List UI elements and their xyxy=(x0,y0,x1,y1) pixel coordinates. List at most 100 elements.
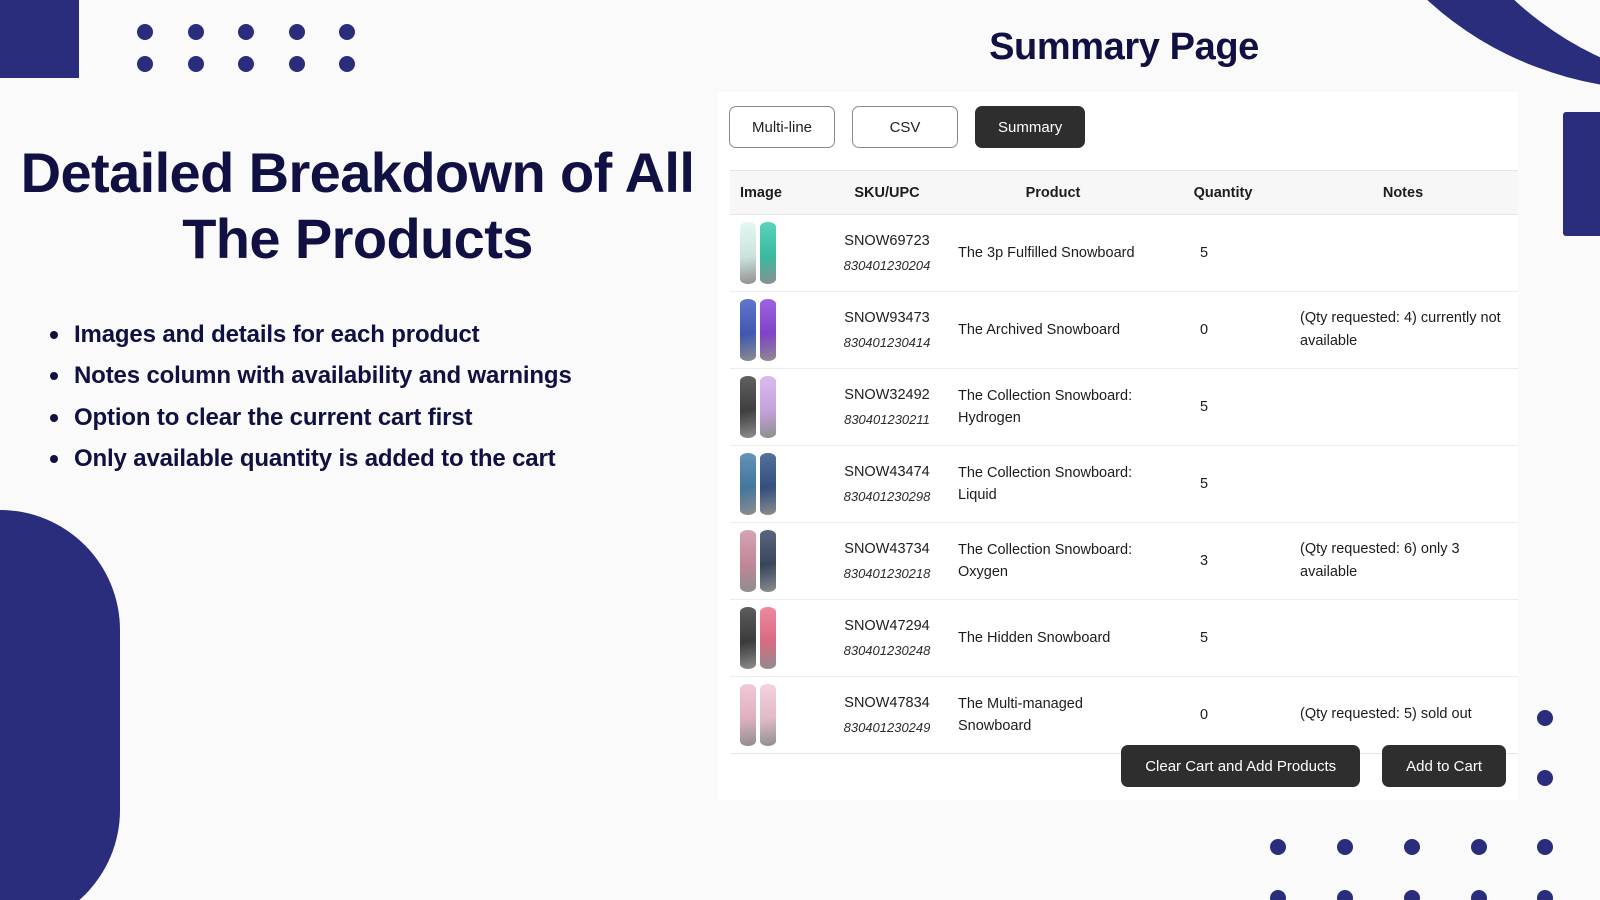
column-header-image: Image xyxy=(730,170,826,215)
snowboard-shape xyxy=(760,376,776,438)
add-to-cart-button[interactable]: Add to Cart xyxy=(1382,745,1506,787)
table-row: SNOW43474 830401230298 The Collection Snow… xyxy=(730,445,1518,523)
upc-code: 830401230218 xyxy=(843,565,931,581)
list-item: Notes column with availability and warni… xyxy=(46,355,715,396)
table-row: SNOW43734 830401230218 The Collection Snow… xyxy=(730,522,1518,600)
tab-csv[interactable]: CSV xyxy=(852,106,959,148)
decor-dot-bottom-right xyxy=(1471,890,1487,900)
quantity-cell: 3 xyxy=(1158,522,1288,600)
product-name-cell: The Hidden Snowboard xyxy=(948,599,1158,677)
product-name-cell: The Collection Snowboard: Oxygen xyxy=(948,522,1158,600)
snowboard-shape xyxy=(760,607,776,669)
notes-cell xyxy=(1288,214,1518,292)
column-header-sku-upc: SKU/UPC xyxy=(826,170,948,215)
snowboard-shape xyxy=(740,376,756,438)
page-headline: Detailed Breakdown of All The Products xyxy=(20,141,695,271)
notes-cell xyxy=(1288,445,1518,523)
product-thumbnail-cell xyxy=(730,291,826,369)
quantity-cell: 5 xyxy=(1158,445,1288,523)
snowboard-thumbnail-icon xyxy=(740,299,826,361)
snowboard-shape xyxy=(740,299,756,361)
product-thumbnail-cell xyxy=(730,214,826,292)
tab-summary[interactable]: Summary xyxy=(975,106,1086,148)
product-thumbnail-cell xyxy=(730,522,826,600)
sku-upc-cell: SNOW93473 830401230414 xyxy=(826,291,948,369)
decor-dot-bottom-right xyxy=(1270,890,1286,900)
decor-dot-right-edge xyxy=(1537,770,1553,786)
snowboard-shape xyxy=(760,453,776,515)
notes-cell: (Qty requested: 4) currently not availab… xyxy=(1288,291,1518,369)
product-thumbnail-cell xyxy=(730,676,826,754)
app-panel: Multi-line CSV Summary Image SKU/UPC Pro… xyxy=(718,92,1518,800)
snowboard-thumbnail-icon xyxy=(740,376,826,438)
product-name-cell: The Archived Snowboard xyxy=(948,291,1158,369)
quantity-cell: 0 xyxy=(1158,291,1288,369)
product-thumbnail-cell xyxy=(730,445,826,523)
upc-code: 830401230298 xyxy=(843,488,931,504)
decor-dot-right-edge xyxy=(1537,710,1553,726)
snowboard-shape xyxy=(740,684,756,746)
decor-blob-bottom-left xyxy=(0,510,120,900)
snowboard-shape xyxy=(760,684,776,746)
decor-dot-bottom-right xyxy=(1337,890,1353,900)
quantity-cell: 5 xyxy=(1158,599,1288,677)
table-row: SNOW93473 830401230414 The Archived Snowbo… xyxy=(730,291,1518,369)
snowboard-shape xyxy=(740,453,756,515)
snowboard-thumbnail-icon xyxy=(740,684,826,746)
sku-code: SNOW47834 xyxy=(844,695,930,712)
decor-dot-top xyxy=(137,56,153,72)
sku-code: SNOW43734 xyxy=(844,541,930,558)
sku-code: SNOW32492 xyxy=(844,387,930,404)
product-name-cell: The 3p Fulfilled Snowboard xyxy=(948,214,1158,292)
sku-upc-cell: SNOW69723 830401230204 xyxy=(826,214,948,292)
decor-dot-top xyxy=(238,24,254,40)
snowboard-thumbnail-icon xyxy=(740,607,826,669)
snowboard-shape xyxy=(760,530,776,592)
sku-upc-cell: SNOW47294 830401230248 xyxy=(826,599,948,677)
table-head: Image SKU/UPC Product Quantity Notes xyxy=(730,170,1518,215)
upc-code: 830401230249 xyxy=(843,719,931,735)
sku-code: SNOW47294 xyxy=(844,618,930,635)
sku-code: SNOW69723 xyxy=(844,233,930,250)
upc-code: 830401230211 xyxy=(844,411,930,427)
sku-upc-cell: SNOW47834 830401230249 xyxy=(826,676,948,754)
snowboard-thumbnail-icon xyxy=(740,530,826,592)
table-body: SNOW69723 830401230204 The 3p Fulfilled Sn… xyxy=(730,214,1518,754)
upc-code: 830401230414 xyxy=(843,334,931,350)
clear-cart-and-add-products-button[interactable]: Clear Cart and Add Products xyxy=(1121,745,1361,787)
snowboard-shape xyxy=(740,607,756,669)
tab-bar: Multi-line CSV Summary xyxy=(729,106,1086,148)
decor-dot-top xyxy=(188,56,204,72)
product-thumbnail-cell xyxy=(730,599,826,677)
decor-dot-top xyxy=(289,24,305,40)
table-row: SNOW47294 830401230248 The Hidden Snowboar… xyxy=(730,599,1518,677)
page-title: Summary Page xyxy=(989,26,1259,68)
sku-upc-cell: SNOW43734 830401230218 xyxy=(826,522,948,600)
column-header-notes: Notes xyxy=(1288,170,1518,215)
decor-dot-bottom-right xyxy=(1337,839,1353,855)
decor-dot-top xyxy=(339,56,355,72)
snowboard-shape xyxy=(740,530,756,592)
decor-dot-bottom-right xyxy=(1471,839,1487,855)
quantity-cell: 0 xyxy=(1158,676,1288,754)
upc-code: 830401230248 xyxy=(843,642,931,658)
table-row: SNOW47834 830401230249 The Multi-managed S… xyxy=(730,676,1518,754)
decor-rect-right-edge xyxy=(1563,112,1600,236)
sku-upc-cell: SNOW32492 830401230211 xyxy=(826,368,948,446)
list-item: Option to clear the current cart first xyxy=(46,397,715,438)
decor-square-top-left xyxy=(0,0,79,78)
product-thumbnail-cell xyxy=(730,368,826,446)
snowboard-shape xyxy=(760,299,776,361)
tab-multi-line[interactable]: Multi-line xyxy=(729,106,836,148)
snowboard-thumbnail-icon xyxy=(740,453,826,515)
upc-code: 830401230204 xyxy=(843,257,931,273)
snowboard-shape xyxy=(760,222,776,284)
notes-cell xyxy=(1288,599,1518,677)
product-name-cell: The Collection Snowboard: Liquid xyxy=(948,445,1158,523)
product-table: Image SKU/UPC Product Quantity Notes SNO… xyxy=(730,170,1518,754)
decor-dot-bottom-right xyxy=(1404,890,1420,900)
decor-dot-top xyxy=(289,56,305,72)
footer-actions: Clear Cart and Add Products Add to Cart xyxy=(1121,745,1506,787)
table-row: SNOW69723 830401230204 The 3p Fulfilled Sn… xyxy=(730,214,1518,292)
decor-dot-bottom-right xyxy=(1537,890,1553,900)
